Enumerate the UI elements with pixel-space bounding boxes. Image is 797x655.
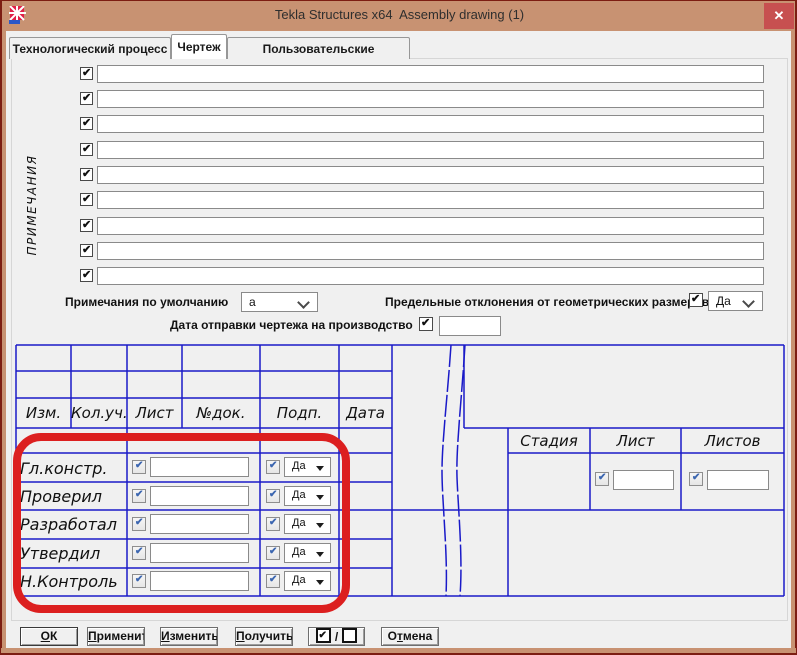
note-2-checkbox[interactable]: ✔ xyxy=(80,92,93,105)
tab-tech-process[interactable]: Технологический процесс xyxy=(9,37,171,59)
col-header-sheet: Лист xyxy=(590,432,681,450)
notes-side-label: ПРИМЕЧАНИЯ xyxy=(25,150,39,260)
send-date-label: Дата отправки чертежа на производство xyxy=(170,318,413,332)
tolerances-checkbox[interactable]: ✔ xyxy=(689,293,703,307)
sheet-checkbox[interactable]: ✔ xyxy=(595,472,609,486)
col-header-list: Лист xyxy=(127,404,182,422)
note-5-input[interactable] xyxy=(97,166,764,184)
note-9-input[interactable] xyxy=(97,267,764,285)
toggle-all-checkboxes-button[interactable]: ✔ / xyxy=(308,627,365,646)
col-header-podp: Подп. xyxy=(260,404,339,422)
cancel-button[interactable]: Отмена xyxy=(381,627,439,646)
sheets-checkbox[interactable]: ✔ xyxy=(689,472,703,486)
note-6-checkbox[interactable]: ✔ xyxy=(80,193,93,206)
apply-button[interactable]: Применить xyxy=(87,627,145,646)
note-6-input[interactable] xyxy=(97,191,764,209)
highlight-annotation xyxy=(13,433,350,613)
col-header-data: Дата xyxy=(339,404,392,422)
send-date-checkbox[interactable]: ✔ xyxy=(419,317,433,331)
col-header-ndok: №док. xyxy=(182,404,260,422)
note-4-input[interactable] xyxy=(97,141,764,159)
note-4-checkbox[interactable]: ✔ xyxy=(80,143,93,156)
tab-user-notes[interactable]: Пользовательские примечания xyxy=(227,37,410,59)
tab-drawing[interactable]: Чертеж xyxy=(171,34,227,59)
note-7-input[interactable] xyxy=(97,217,764,235)
col-header-sheets: Листов xyxy=(681,432,784,450)
sheets-input[interactable] xyxy=(707,470,769,490)
note-1-input[interactable] xyxy=(97,65,764,83)
unchecked-box-icon xyxy=(342,628,357,643)
checked-box-icon: ✔ xyxy=(316,628,331,643)
note-9-checkbox[interactable]: ✔ xyxy=(80,269,93,282)
notes-default-label: Примечания по умолчанию xyxy=(65,295,228,309)
chevron-down-icon xyxy=(297,296,310,309)
note-2-input[interactable] xyxy=(97,90,764,108)
note-3-input[interactable] xyxy=(97,115,764,133)
send-date-input[interactable] xyxy=(439,316,501,336)
get-button[interactable]: Получить xyxy=(235,627,293,646)
note-3-checkbox[interactable]: ✔ xyxy=(80,117,93,130)
note-7-checkbox[interactable]: ✔ xyxy=(80,219,93,232)
tolerances-label: Предельные отклонения от геометрических … xyxy=(385,295,709,309)
col-header-stadia: Стадия xyxy=(508,432,590,450)
col-header-koluch: Кол.уч. xyxy=(71,404,127,422)
tekla-dialog-window: Tekla Structures x64 Assembly drawing (1… xyxy=(0,0,797,655)
ok-button[interactable]: ОК xyxy=(20,627,78,646)
modify-button[interactable]: Изменить xyxy=(160,627,218,646)
chevron-down-icon xyxy=(742,295,755,308)
sheet-input[interactable] xyxy=(613,470,674,490)
col-header-izm: Изм. xyxy=(16,404,71,422)
note-1-checkbox[interactable]: ✔ xyxy=(80,67,93,80)
note-8-checkbox[interactable]: ✔ xyxy=(80,244,93,257)
tolerances-dropdown[interactable]: Да xyxy=(708,291,763,311)
note-8-input[interactable] xyxy=(97,242,764,260)
notes-default-dropdown[interactable]: a xyxy=(241,292,318,312)
note-5-checkbox[interactable]: ✔ xyxy=(80,168,93,181)
